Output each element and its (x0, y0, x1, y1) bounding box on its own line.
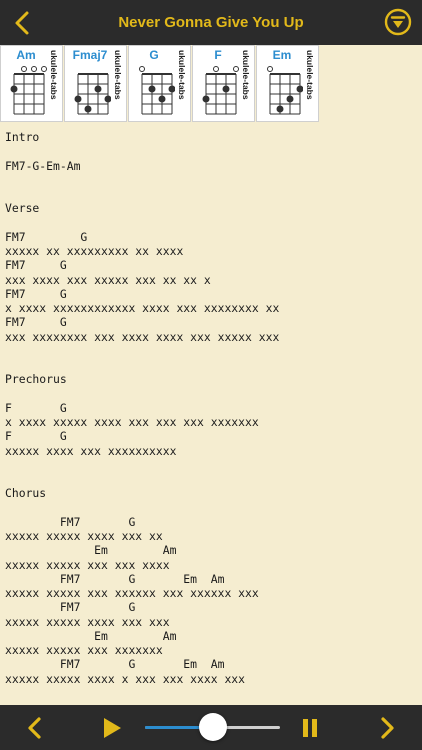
sheet-line: xxxxx xxxxx xxxx xxx xx (5, 529, 163, 543)
sheet-line: xxx xxxx xxx xxxxx xxx xx xx x (5, 272, 211, 287)
sheet-line: Intro (5, 130, 40, 144)
sheet-line: FM7-G-Em-Am (5, 158, 81, 173)
sheet-line: FM7 G Em Am (5, 571, 225, 586)
next-chevron-icon[interactable] (376, 716, 398, 740)
sheet-line: FM7 G (5, 258, 67, 273)
chord-card-f[interactable]: F ukulele-tabs (192, 45, 255, 122)
sheet-line: Em Am (5, 628, 177, 643)
sheet-line (5, 187, 422, 201)
sheet-line: xxxxx xxxx xxx xxxxxxxxxx (5, 443, 177, 458)
sheet-line (5, 458, 422, 472)
sheet-line: Em Am (5, 543, 177, 558)
pause-icon[interactable] (300, 716, 320, 740)
brand-label: ukulele-tabs (305, 50, 315, 100)
sheet-line: Chorus (5, 486, 47, 501)
sheet-line: xxxxx xxxxx xxxx xxx xxx (5, 614, 170, 629)
chord-strip: Am ukulele-tabs Fmaj7 ukulele-tabs G uku… (0, 45, 422, 123)
sheet-line (5, 144, 422, 158)
brand-label: ukulele-tabs (49, 50, 59, 100)
sheet-line (5, 358, 422, 372)
sheet-line: xxxxx xxxxx xxx xxxxxxx (5, 643, 163, 657)
sheet-line: xxxxx xxxxx xxxx x xxx xxx xxxx xxx (5, 671, 246, 686)
sheet-line: FM7 G (5, 514, 136, 529)
sheet-line: Verse (5, 201, 40, 216)
chord-name: Fmaj7 (72, 48, 108, 62)
sheet-line: F G (5, 429, 67, 444)
top-bar: Never Gonna Give You Up (0, 0, 422, 45)
filter-circle-icon[interactable] (384, 8, 412, 36)
sheet-line: F G (5, 400, 67, 415)
chord-name: Am (16, 48, 36, 62)
chord-name: Em (272, 48, 292, 62)
sheet-line: FM7 G (5, 315, 67, 330)
sheet-line: xxxxx xxxxx xxx xxx xxxx (5, 557, 170, 572)
chord-card-em[interactable]: Em ukulele-tabs (256, 45, 319, 122)
play-icon[interactable] (101, 716, 123, 740)
song-sheet: Intro FM7-G-Em-Am Verse FM7 Gxxxxx xx xxxxx… (5, 130, 422, 686)
chord-card-am[interactable]: Am ukulele-tabs (0, 45, 63, 122)
chord-diagram (267, 66, 303, 115)
sheet-line: Prechorus (5, 372, 67, 387)
sheet-line: xxx xxxxxxxx xxx xxxx xxxx xxx xxxxx xxx (5, 329, 280, 344)
brand-label: ukulele-tabs (241, 50, 251, 100)
sheet-line (5, 344, 422, 358)
chord-name: F (214, 48, 222, 62)
slider-knob[interactable] (198, 713, 227, 741)
sheet-line (5, 173, 422, 187)
sheet-line: x xxxx xxxxxxxxxxxx xxxx xxx xxxxxxxx xx (5, 301, 280, 315)
sheet-line (5, 387, 422, 401)
chord-card-fmaj7[interactable]: Fmaj7 ukulele-tabs (64, 45, 127, 122)
sheet-line: FM7 G (5, 229, 88, 244)
sheet-line: xxxxx xx xxxxxxxxx xx xxxx (5, 244, 184, 258)
chord-diagram (10, 66, 47, 115)
brand-label: ukulele-tabs (177, 50, 187, 100)
sheet-line: FM7 G (5, 286, 67, 301)
page-title: Never Gonna Give You Up (118, 14, 304, 31)
sheet-line: x xxxx xxxxx xxxx xxx xxx xxx xxxxxxx (5, 415, 259, 429)
speed-slider[interactable] (145, 713, 280, 741)
sheet-line (5, 501, 422, 515)
chord-name: G (149, 48, 159, 62)
player-bar (0, 705, 422, 750)
sheet-line (5, 216, 422, 230)
brand-label: ukulele-tabs (113, 50, 123, 100)
sheet-line: xxxxx xxxxx xxx xxxxxx xxx xxxxxx xxx (5, 586, 259, 600)
back-chevron-icon[interactable] (10, 10, 34, 36)
sheet-line: FM7 G Em Am (5, 657, 225, 672)
prev-chevron-icon[interactable] (24, 716, 46, 740)
chord-diagram (139, 66, 175, 115)
chord-diagram (74, 73, 111, 115)
chord-card-g[interactable]: G ukulele-tabs (128, 45, 191, 122)
chord-diagram (202, 66, 239, 115)
sheet-line: FM7 G (5, 600, 136, 615)
sheet-line (5, 472, 422, 486)
